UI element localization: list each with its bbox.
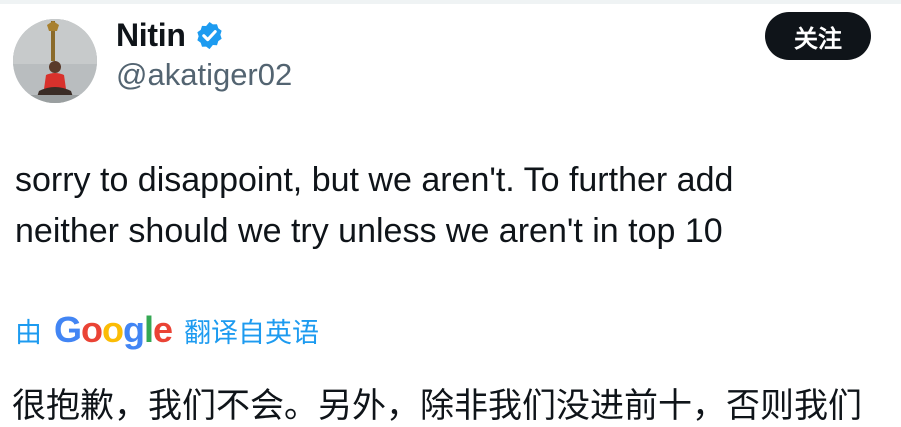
- avatar[interactable]: [13, 19, 97, 103]
- tweet-text-line: neither should we try unless we aren't i…: [15, 212, 723, 250]
- follow-button[interactable]: 关注: [765, 12, 871, 60]
- translated-by-label: 由: [15, 317, 42, 348]
- user-name-row: Nitin: [116, 14, 225, 56]
- tweet-text: sorry to disappoint, but we aren't. To f…: [15, 155, 895, 257]
- translated-text: 很抱歉，我们不会。另外，除非我们没进前十，否则我们: [12, 387, 862, 425]
- avatar-photo: [13, 19, 97, 103]
- translation-attribution[interactable]: 由 Google 翻译自英语: [15, 309, 319, 351]
- tweet-text-line: sorry to disappoint, but we aren't. To f…: [15, 161, 734, 199]
- user-handle[interactable]: @akatiger02: [116, 57, 292, 93]
- verified-badge-icon: [196, 21, 222, 49]
- google-logo: Google: [54, 309, 173, 350]
- display-name[interactable]: Nitin: [116, 17, 186, 54]
- translate-action-label[interactable]: 翻译自英语: [184, 311, 319, 350]
- top-divider: [0, 0, 901, 4]
